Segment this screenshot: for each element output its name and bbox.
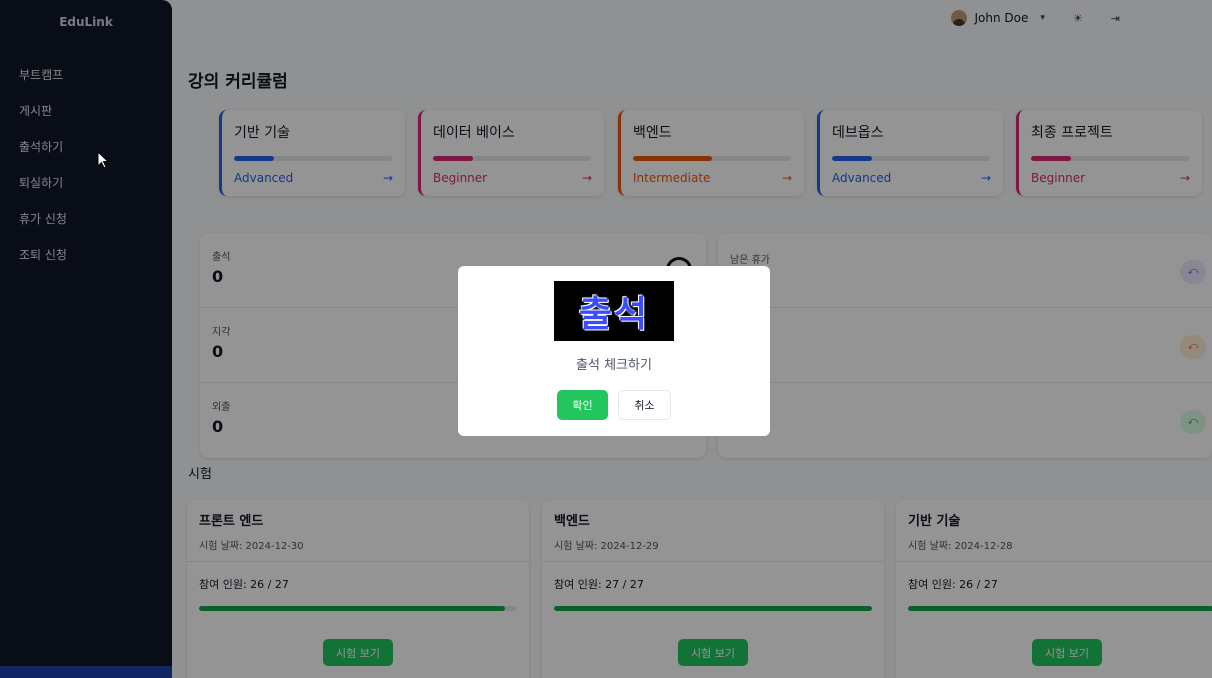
confirm-button[interactable]: 확인	[557, 390, 608, 420]
logo-text: 출석	[578, 294, 650, 335]
cancel-button[interactable]: 취소	[618, 390, 671, 420]
mouse-cursor-icon	[97, 151, 109, 169]
dialog-message: 출석 체크하기	[576, 358, 652, 373]
attendance-logo-image: 출석	[554, 281, 674, 341]
attendance-check-dialog: 출석 출석 체크하기 확인 취소	[458, 266, 770, 436]
